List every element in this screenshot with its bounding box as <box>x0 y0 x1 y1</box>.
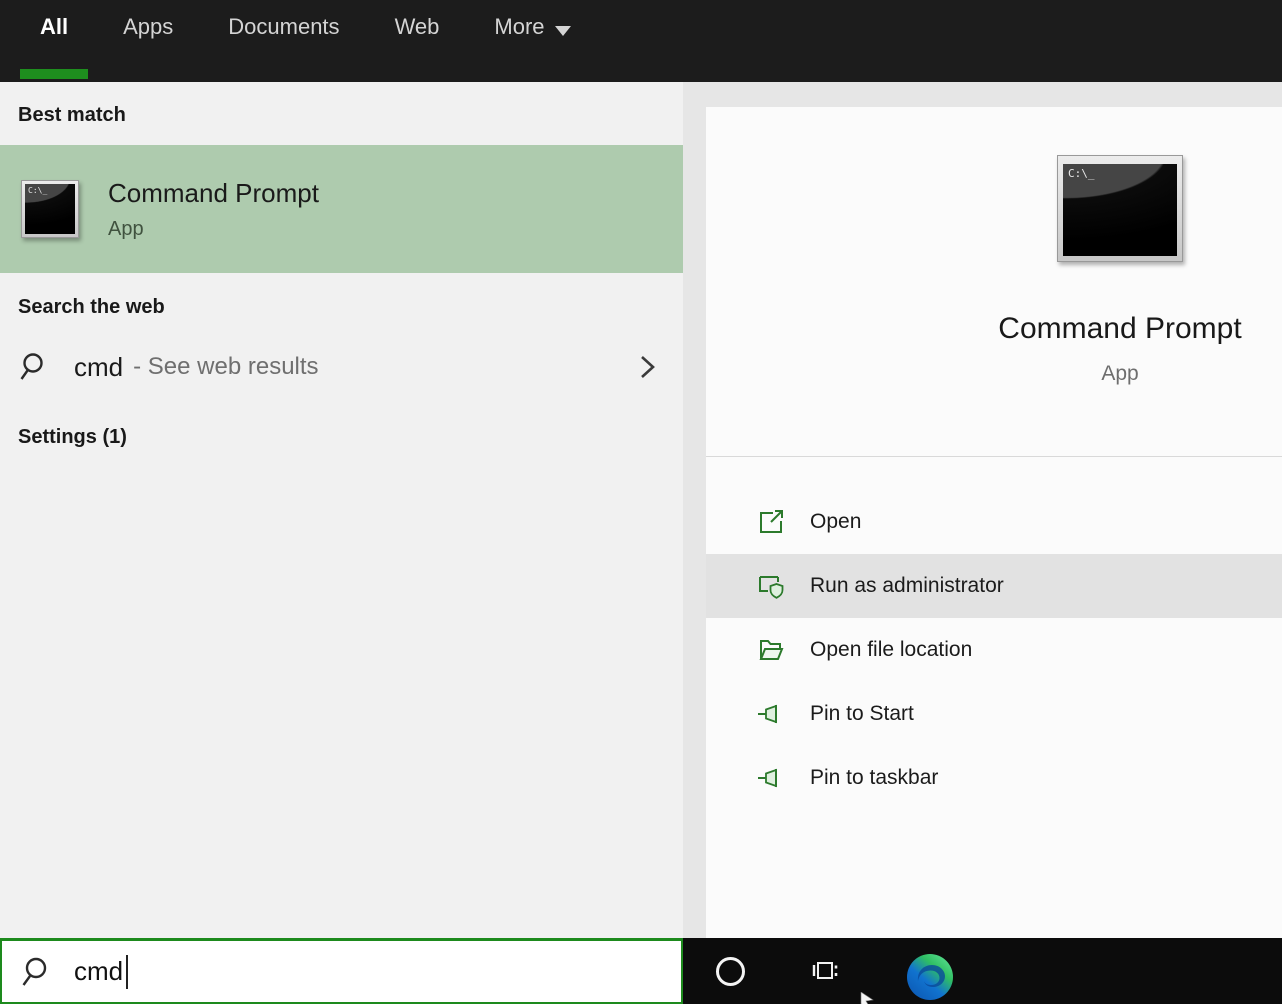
text-cursor <box>126 955 128 989</box>
action-pin-to-start[interactable]: Pin to Start <box>706 682 1282 746</box>
result-preview-panel: C:\_ Command Prompt App Open <box>706 107 1282 938</box>
edge-icon[interactable] <box>906 953 954 1001</box>
action-open[interactable]: Open <box>706 490 1282 554</box>
tab-more-label: More <box>494 14 544 40</box>
results-panel: Best match C:\_ Command Prompt App Searc… <box>0 82 683 938</box>
chevron-down-triangle-icon <box>555 26 571 36</box>
tab-more[interactable]: More <box>494 14 570 40</box>
best-match-subtitle: App <box>108 218 319 241</box>
tab-all[interactable]: All <box>40 14 68 40</box>
action-pin-to-taskbar[interactable]: Pin to taskbar <box>706 746 1282 810</box>
action-label: Pin to taskbar <box>810 766 938 790</box>
context-actions: Open Run as administrator Open file loca… <box>706 490 1282 810</box>
tab-web[interactable]: Web <box>395 14 440 40</box>
action-label: Open file location <box>810 638 972 662</box>
web-query-text: cmd <box>74 352 123 383</box>
cmd-window-icon: C:\_ <box>21 180 79 238</box>
search-icon <box>22 955 52 989</box>
taskbar <box>683 938 1282 1004</box>
action-open-file-location[interactable]: Open file location <box>706 618 1282 682</box>
search-input[interactable]: cmd <box>0 938 683 1004</box>
task-view-icon[interactable] <box>810 958 840 984</box>
search-input-value: cmd <box>74 956 123 987</box>
best-match-title: Command Prompt <box>108 178 319 209</box>
mouse-cursor <box>859 992 875 1004</box>
preview-summary: C:\_ Command Prompt App <box>706 107 1282 457</box>
best-match-texts: Command Prompt App <box>108 178 319 241</box>
cmd-window-icon: C:\_ <box>1057 155 1183 262</box>
shield-admin-icon <box>756 571 786 601</box>
action-label: Open <box>810 510 861 534</box>
search-web-header: Search the web <box>0 295 683 319</box>
pin-icon <box>756 699 786 729</box>
search-filter-bar: All Apps Documents Web More <box>0 0 1282 82</box>
folder-location-icon <box>756 635 786 665</box>
action-label: Pin to Start <box>810 702 914 726</box>
tab-documents[interactable]: Documents <box>228 14 339 40</box>
preview-title: Command Prompt <box>998 312 1241 346</box>
tab-apps[interactable]: Apps <box>123 14 173 40</box>
action-run-as-administrator[interactable]: Run as administrator <box>706 554 1282 618</box>
cortana-circle-icon[interactable] <box>716 957 745 986</box>
web-suffix-text: - See web results <box>133 353 318 381</box>
start-search-flyout: All Apps Documents Web More Best match C… <box>0 0 1282 1004</box>
search-icon <box>20 351 52 383</box>
chevron-right-icon[interactable] <box>637 351 657 383</box>
pin-icon <box>756 763 786 793</box>
best-match-result-command-prompt[interactable]: C:\_ Command Prompt App <box>0 145 683 273</box>
preview-subtitle: App <box>1101 362 1138 386</box>
open-external-icon <box>756 507 786 537</box>
action-label: Run as administrator <box>810 574 1004 598</box>
best-match-header: Best match <box>0 82 683 127</box>
settings-header: Settings (1) <box>0 425 683 449</box>
web-search-result-row[interactable]: cmd - See web results <box>0 335 683 399</box>
